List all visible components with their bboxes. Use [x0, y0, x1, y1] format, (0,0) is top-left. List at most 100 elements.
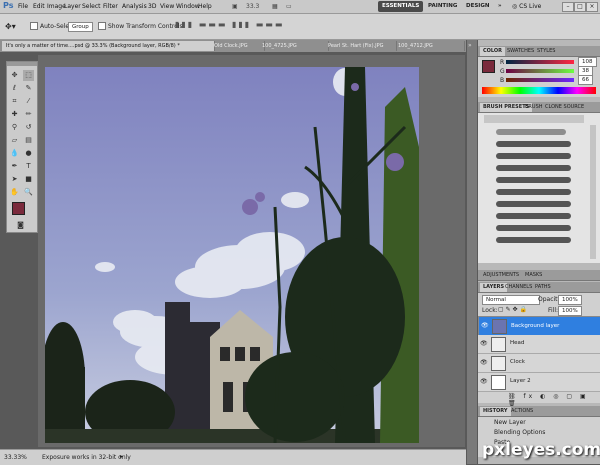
pen-tool-icon[interactable]: ✒ [9, 161, 20, 172]
brush-size-slider[interactable] [484, 115, 584, 123]
screen-mode-icon[interactable]: ▭ [286, 3, 292, 10]
fill-input[interactable]: 100% [558, 306, 582, 316]
tab-100-4725[interactable]: 100_4725.JPG [258, 41, 329, 51]
brush-preset[interactable] [496, 189, 571, 195]
brush-preset[interactable] [496, 237, 571, 243]
marquee-tool-icon[interactable]: ⬚ [23, 70, 34, 81]
tab-100-4712[interactable]: 100_4712.JPG [394, 41, 465, 51]
menu-layer[interactable]: Layer [64, 3, 81, 10]
layer-row-head[interactable]: 👁 Head [478, 335, 600, 354]
tab-clone-source[interactable]: CLONE SOURCE [542, 103, 587, 112]
brush-preset[interactable] [496, 153, 571, 159]
healing-brush-tool-icon[interactable]: ✚ [9, 109, 20, 120]
brush-preset[interactable] [496, 225, 571, 231]
blend-mode-dropdown[interactable]: Normal [482, 295, 540, 305]
lock-icons[interactable]: ▢ ✎ ✥ 🔒 [498, 306, 527, 313]
brush-scrollbar[interactable] [590, 125, 596, 259]
menu-help[interactable]: Help [198, 3, 212, 10]
shape-tool-icon[interactable]: ■ [23, 174, 34, 185]
brush-preset[interactable] [496, 213, 571, 219]
brush-preset[interactable] [496, 177, 571, 183]
arrange-documents-icon[interactable]: ▦ [272, 3, 278, 10]
eyedropper-tool-icon[interactable]: ⁄ [23, 96, 34, 107]
blur-tool-icon[interactable]: 💧 [9, 148, 20, 159]
tab-old-clock[interactable]: Old Clock.JPG [210, 41, 265, 51]
clone-stamp-tool-icon[interactable]: ⚲ [9, 122, 20, 133]
b-value[interactable]: 66 [578, 75, 593, 85]
workspace-essentials[interactable]: ESSENTIALS [378, 1, 424, 12]
lasso-tool-icon[interactable]: ℓ [9, 83, 20, 94]
opacity-input[interactable]: 100% [558, 295, 582, 305]
tab-actions[interactable]: ACTIONS [508, 407, 536, 416]
tab-color[interactable]: COLOR [480, 47, 506, 56]
foreground-color-swatch[interactable] [12, 202, 25, 215]
status-arrow-icon[interactable]: ▸ [120, 453, 123, 460]
menu-file[interactable]: File [18, 3, 28, 10]
eye-icon[interactable]: 👁 [480, 359, 488, 367]
zoom-level[interactable]: 33.3 [246, 3, 259, 10]
collapse-dock-icon[interactable]: » [468, 42, 472, 49]
launch-bridge-icon[interactable]: ▣ [232, 3, 238, 10]
tab-history[interactable]: HISTORY [480, 407, 511, 416]
eye-icon[interactable]: 👁 [480, 378, 488, 386]
zoom-tool-icon[interactable]: 🔍 [23, 187, 34, 198]
brush-tool-icon[interactable]: ✏ [23, 109, 34, 120]
quick-select-tool-icon[interactable]: ✎ [23, 83, 34, 94]
tab-active-document[interactable]: It's only a matter of time....psd @ 33.3… [2, 41, 215, 51]
move-tool-icon[interactable]: ✥ [9, 70, 20, 81]
panel-dock-strip[interactable]: » [467, 40, 477, 464]
more-workspaces-icon[interactable]: » [494, 1, 506, 12]
layer-row-background[interactable]: 👁 Background layer [478, 316, 600, 336]
menu-filter[interactable]: Filter [103, 3, 118, 10]
status-zoom[interactable]: 33.33% [4, 454, 27, 461]
history-item[interactable]: Blending Options [494, 429, 545, 436]
status-info[interactable]: Exposure works in 32-bit only [42, 454, 131, 461]
eraser-tool-icon[interactable]: ▱ [9, 135, 20, 146]
menu-view[interactable]: View [160, 3, 174, 10]
hand-tool-icon[interactable]: ✋ [9, 187, 20, 198]
g-slider[interactable] [506, 69, 574, 73]
tab-channels[interactable]: CHANNELS [502, 283, 535, 292]
color-spectrum-ramp[interactable] [482, 87, 596, 94]
eye-icon[interactable]: 👁 [481, 322, 489, 330]
menu-window[interactable]: Window [176, 3, 200, 10]
brush-preset[interactable] [496, 201, 571, 207]
cs-live-menu[interactable]: ◎ CS Live [512, 3, 541, 10]
gradient-tool-icon[interactable]: ▤ [23, 135, 34, 146]
history-item[interactable]: New Layer [494, 419, 526, 426]
brush-preset[interactable] [496, 129, 566, 135]
menu-edit[interactable]: Edit [33, 3, 45, 10]
tab-adjustments[interactable]: ADJUSTMENTS [480, 271, 522, 280]
layer-actions-icons[interactable]: ⛓ fx ◐ ◎ ▢ ▣ 🗑 [508, 393, 600, 407]
b-slider[interactable] [506, 78, 574, 82]
menu-select[interactable]: Select [82, 3, 101, 10]
tab-styles[interactable]: STYLES [534, 47, 558, 56]
r-slider[interactable] [506, 60, 574, 64]
minimize-button[interactable]: – [562, 2, 574, 12]
history-brush-tool-icon[interactable]: ↺ [23, 122, 34, 133]
type-tool-icon[interactable]: T [23, 161, 34, 172]
auto-select-checkbox[interactable] [30, 22, 38, 30]
menu-analysis[interactable]: Analysis [122, 3, 147, 10]
color-fg-swatch[interactable] [482, 60, 495, 73]
brush-preset[interactable] [496, 141, 571, 147]
close-button[interactable]: × [586, 2, 598, 12]
layer-row-clock[interactable]: 👁 Clock [478, 354, 600, 373]
auto-select-dropdown[interactable]: Group [68, 22, 93, 32]
brush-preset[interactable] [496, 165, 571, 171]
tools-panel-grip[interactable] [7, 62, 37, 66]
tab-swatches[interactable]: SWATCHES [504, 47, 537, 56]
align-buttons-icon[interactable]: ▮▮▮ ▬▬▬ ▮▮▮ ▬▬▬ [175, 20, 284, 29]
move-tool-icon[interactable]: ✥▾ [5, 22, 16, 31]
document-canvas[interactable] [45, 67, 419, 443]
show-transform-checkbox[interactable] [98, 22, 106, 30]
quick-mask-icon[interactable]: ◙ [15, 220, 26, 231]
menu-3d[interactable]: 3D [148, 3, 156, 10]
crop-tool-icon[interactable]: ⌗ [9, 96, 20, 107]
dodge-tool-icon[interactable]: ● [23, 148, 34, 159]
menu-image[interactable]: Image [47, 3, 66, 10]
tab-masks[interactable]: MASKS [522, 271, 545, 280]
eye-icon[interactable]: 👁 [480, 340, 488, 348]
workspace-design[interactable]: DESIGN [462, 1, 493, 12]
path-select-tool-icon[interactable]: ➤ [9, 174, 20, 185]
